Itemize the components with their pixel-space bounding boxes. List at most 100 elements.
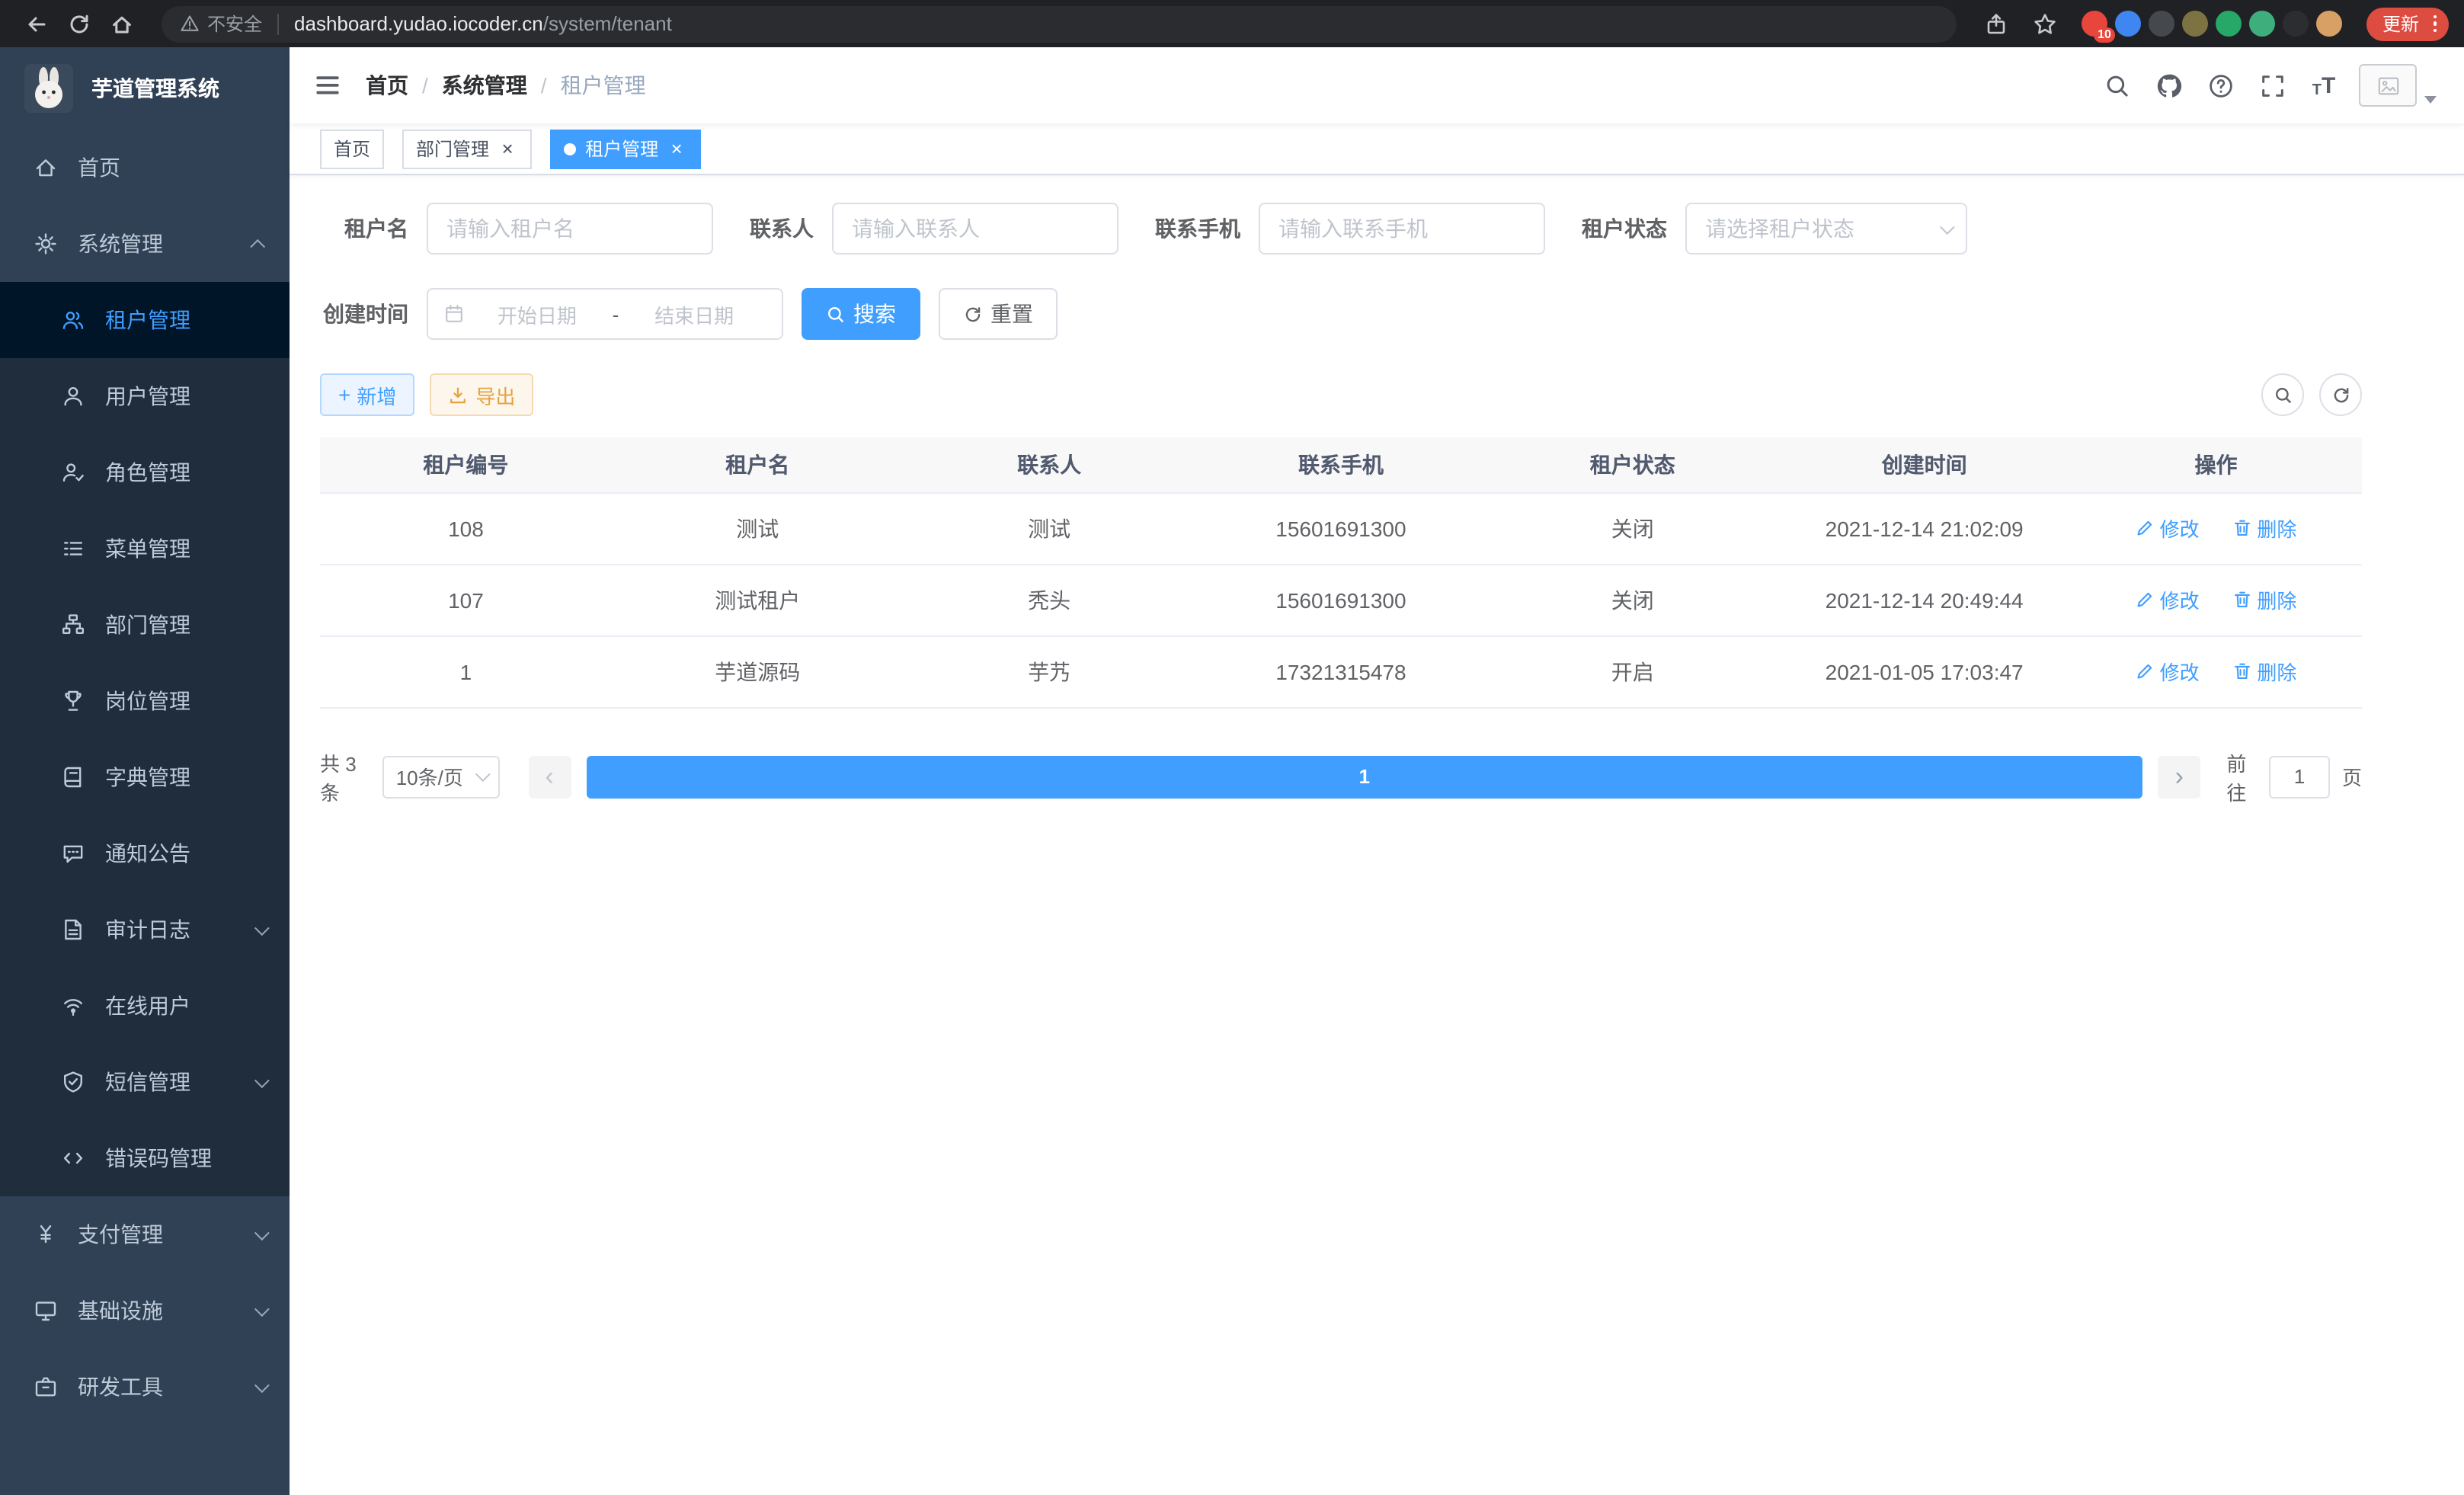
- view-tab[interactable]: 首页: [320, 129, 384, 168]
- goto-page-input[interactable]: [2269, 755, 2330, 798]
- sidebar-item[interactable]: 用户管理: [0, 358, 290, 434]
- extension-icon[interactable]: [2149, 11, 2175, 37]
- search-button[interactable]: 搜索: [802, 288, 920, 340]
- extension-icon[interactable]: [2283, 11, 2309, 37]
- breadcrumb-item[interactable]: 首页: [366, 70, 442, 101]
- extension-icon[interactable]: [2216, 11, 2242, 37]
- edit-pencil-icon: [2136, 661, 2155, 681]
- top-navbar: 首页系统管理租户管理 TT: [290, 47, 2464, 123]
- address-bar[interactable]: 不安全 dashboard.yudao.iocoder.cn/system/te…: [162, 5, 1957, 42]
- extension-icon[interactable]: [2183, 11, 2209, 37]
- chevron-icon: [254, 1377, 270, 1392]
- export-button[interactable]: 导出: [430, 373, 533, 416]
- status-select[interactable]: 请选择租户状态: [1685, 203, 1967, 255]
- cell-operations: 修改 删除: [2070, 492, 2362, 564]
- security-chip[interactable]: 不安全: [180, 11, 262, 37]
- sidebar-item[interactable]: 字典管理: [0, 739, 290, 815]
- extension-icon[interactable]: 10: [2082, 11, 2108, 37]
- chevron-down-icon: [475, 767, 490, 782]
- bookmark-star-icon[interactable]: [2024, 4, 2067, 43]
- phone-input[interactable]: [1259, 203, 1545, 255]
- contact-input[interactable]: [832, 203, 1118, 255]
- cell-tenant-id: 1: [320, 635, 612, 707]
- close-icon[interactable]: [497, 138, 518, 159]
- fullscreen-icon[interactable]: [2246, 47, 2298, 123]
- menu-item-label: 岗位管理: [105, 686, 265, 716]
- add-button[interactable]: + 新增: [320, 373, 414, 416]
- page-size-select[interactable]: 10条/页: [382, 755, 499, 798]
- menu-item-icon: [61, 308, 85, 332]
- sidebar-item[interactable]: 通知公告: [0, 815, 290, 892]
- sidebar-item[interactable]: 研发工具: [0, 1349, 290, 1425]
- sidebar-item[interactable]: 菜单管理: [0, 511, 290, 587]
- extension-icon[interactable]: [2317, 11, 2343, 37]
- sidebar-item[interactable]: 基础设施: [0, 1273, 290, 1349]
- browser-back-button[interactable]: [15, 4, 58, 43]
- font-size-icon[interactable]: TT: [2298, 47, 2350, 123]
- toggle-search-button[interactable]: [2261, 373, 2304, 416]
- sidebar-item[interactable]: 审计日志: [0, 892, 290, 968]
- tenant-name-input[interactable]: [427, 203, 713, 255]
- sidebar-item[interactable]: 支付管理: [0, 1196, 290, 1273]
- breadcrumb-item[interactable]: 系统管理: [442, 70, 561, 101]
- menu-item-label: 角色管理: [105, 457, 265, 488]
- extension-icon[interactable]: [2250, 11, 2276, 37]
- prev-page-button[interactable]: [528, 755, 571, 798]
- sidebar-item[interactable]: 短信管理: [0, 1044, 290, 1120]
- trash-icon: [2232, 590, 2252, 610]
- delete-button[interactable]: 删除: [2232, 585, 2296, 614]
- sidebar-item[interactable]: 系统管理: [0, 206, 290, 282]
- view-tab[interactable]: 部门管理: [402, 129, 532, 168]
- sidebar-collapse-icon[interactable]: [290, 47, 366, 123]
- sidebar-item[interactable]: 岗位管理: [0, 663, 290, 739]
- warning-icon: [180, 14, 200, 34]
- sidebar-item[interactable]: 首页: [0, 130, 290, 206]
- filter-form-row-2: 创建时间 开始日期 - 结束日期 搜索: [320, 288, 2362, 340]
- reset-button[interactable]: 重置: [939, 288, 1058, 340]
- refresh-table-button[interactable]: [2319, 373, 2362, 416]
- close-icon[interactable]: [666, 138, 687, 159]
- breadcrumb-item[interactable]: 租户管理: [561, 70, 646, 101]
- trash-icon: [2232, 661, 2252, 681]
- kebab-menu-icon[interactable]: [2430, 12, 2440, 36]
- help-icon[interactable]: [2194, 47, 2246, 123]
- cell-contact: 测试: [904, 492, 1195, 564]
- menu-item-label: 字典管理: [105, 762, 265, 792]
- cell-tenant-id: 108: [320, 492, 612, 564]
- sidebar-item[interactable]: 租户管理: [0, 282, 290, 358]
- sidebar-item[interactable]: 角色管理: [0, 434, 290, 511]
- share-icon[interactable]: [1976, 4, 2018, 43]
- edit-button[interactable]: 修改: [2136, 657, 2200, 686]
- sidebar-item[interactable]: 在线用户: [0, 968, 290, 1044]
- github-icon[interactable]: [2142, 47, 2194, 123]
- delete-button[interactable]: 删除: [2232, 657, 2296, 686]
- date-range-picker[interactable]: 开始日期 - 结束日期: [427, 288, 783, 340]
- chrome-update-button[interactable]: 更新: [2367, 7, 2449, 40]
- sidebar: 芋道管理系统 首页 系统管理: [0, 47, 290, 1495]
- chevron-icon: [254, 1301, 270, 1316]
- menu-item-label: 通知公告: [105, 838, 265, 869]
- tenant-name-label: 租户名: [320, 213, 408, 244]
- app-logo[interactable]: 芋道管理系统: [0, 47, 290, 130]
- page-unit-label: 页: [2342, 762, 2362, 791]
- extension-icon[interactable]: [2116, 11, 2142, 37]
- sidebar-item[interactable]: 错误码管理: [0, 1120, 290, 1196]
- edit-button[interactable]: 修改: [2136, 585, 2200, 614]
- menu-item-icon: [61, 689, 85, 713]
- browser-refresh-button[interactable]: [58, 4, 101, 43]
- view-tab[interactable]: 租户管理: [550, 129, 701, 168]
- menu-item-label: 用户管理: [105, 381, 265, 411]
- browser-home-button[interactable]: [101, 4, 143, 43]
- page-number-button[interactable]: 1: [586, 755, 2142, 798]
- user-avatar[interactable]: [2359, 64, 2437, 107]
- search-icon[interactable]: [2091, 47, 2142, 123]
- edit-pencil-icon: [2136, 518, 2155, 538]
- sidebar-item[interactable]: 部门管理: [0, 587, 290, 663]
- table-toolbar: + 新增 导出: [320, 373, 2362, 416]
- chevron-icon: [254, 1224, 270, 1240]
- edit-button[interactable]: 修改: [2136, 514, 2200, 543]
- delete-button[interactable]: 删除: [2232, 514, 2296, 543]
- cell-tenant-id: 107: [320, 564, 612, 635]
- next-page-button[interactable]: [2158, 755, 2200, 798]
- cell-tenant-name: 测试租户: [612, 564, 904, 635]
